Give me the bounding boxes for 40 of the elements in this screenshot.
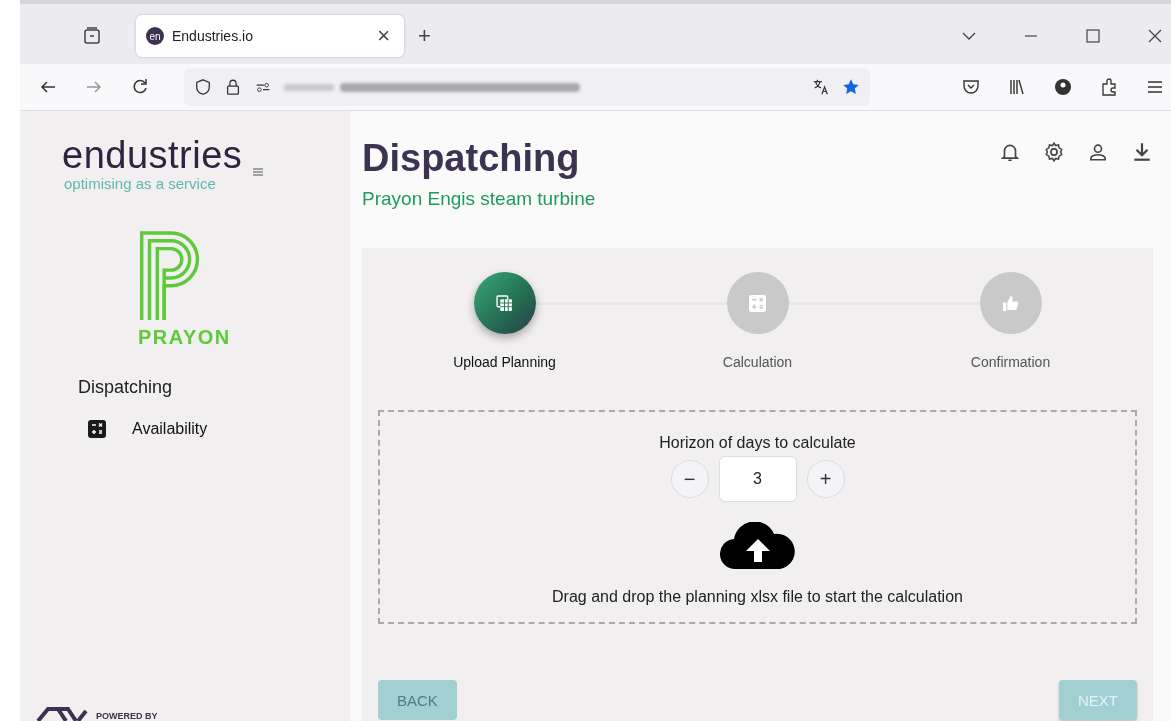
drop-hint: Drag and drop the planning xlsx file to start the calculation [552,588,963,606]
favicon: en [146,27,164,45]
calculator-icon [88,420,106,438]
close-tab-button[interactable]: × [373,23,394,49]
nav-item[interactable]: Availability [88,420,208,438]
calculator-icon [749,294,766,312]
step-label: Upload Planning [453,354,556,370]
download-icon[interactable] [1131,141,1153,163]
tab-title: Endustries.io [172,28,254,44]
increment-button[interactable]: + [806,460,845,498]
page-title: Dispatching [362,137,581,180]
new-tab-button[interactable]: + [414,23,435,49]
horizon-label: Horizon of days to calculate [659,434,856,452]
file-drop-zone[interactable]: Horizon of days to calculate − 3 + Drag and drop the planning xlsx file to start the calculation [378,410,1137,624]
translate-icon[interactable] [812,78,830,96]
spreadsheet-icon [496,294,513,312]
thumbs-up-icon [1002,294,1019,312]
settings-icon[interactable] [1043,141,1065,163]
browser-tab[interactable]: en Endustries.io × [136,15,404,57]
user-icon[interactable] [1087,141,1109,163]
shield-icon [194,78,212,96]
account-icon[interactable] [1053,77,1073,97]
tab-list-icon[interactable] [82,26,102,46]
extensions-icon[interactable] [1099,77,1119,97]
section-title: Dispatching [78,377,173,398]
maximize-icon[interactable] [1083,26,1103,46]
page-subtitle: Prayon Engis steam turbine [362,188,596,210]
lock-icon [224,78,242,96]
tagline: optimising as a service [64,175,217,192]
days-input[interactable]: 3 [718,456,797,502]
step-label: Calculation [722,354,793,370]
pocket-icon[interactable] [961,77,981,97]
client-name: PRAYON [138,326,231,349]
logo-text: endustries [62,135,243,175]
decrement-button[interactable]: − [670,460,709,498]
cloud-upload-icon [719,522,796,570]
library-icon[interactable] [1007,77,1027,97]
powered-by-label: POWERED BY [96,711,158,721]
star-icon[interactable] [842,78,860,96]
step-label: Confirmation [970,354,1051,370]
